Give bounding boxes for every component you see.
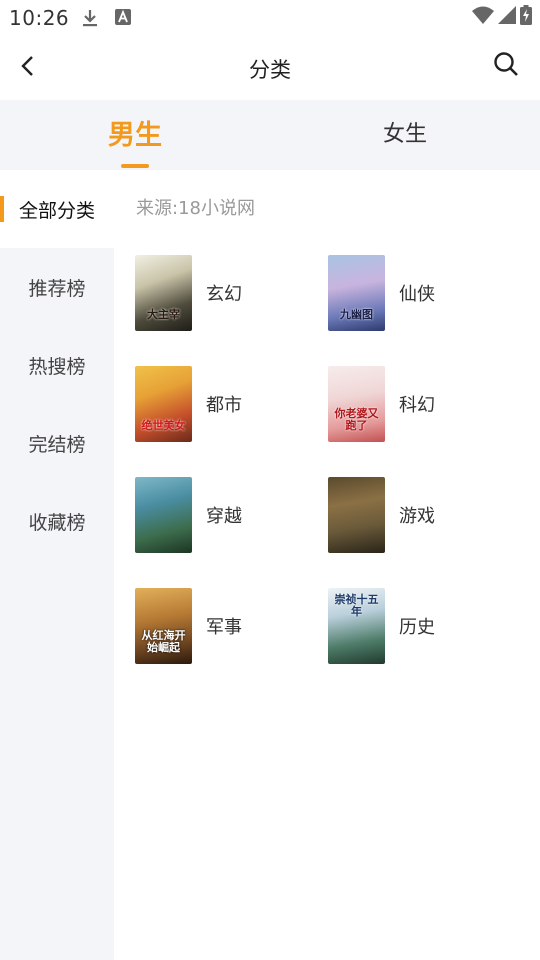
gender-tabs: 男生 女生 [0, 100, 540, 170]
category-item-xianxia[interactable]: 九幽图 仙侠 [328, 252, 518, 334]
category-item-xuanhuan[interactable]: 大主宰 玄幻 [135, 252, 325, 334]
tab-male-label: 男生 [108, 120, 162, 151]
category-label: 游戏 [399, 506, 435, 527]
book-cover-image [328, 477, 385, 553]
status-bar: 10:26 [0, 0, 540, 36]
category-label: 军事 [206, 617, 242, 638]
book-cover-image: 你老婆又跑了 [328, 366, 385, 442]
book-cover-image: 大主宰 [135, 255, 192, 331]
category-item-kehuan[interactable]: 你老婆又跑了 科幻 [328, 363, 518, 445]
status-time: 10:26 [9, 6, 70, 30]
category-item-chuanyue[interactable]: 穿越 [135, 474, 325, 556]
cover-title: 崇祯十五年 [334, 593, 379, 618]
sidebar-item-recommended[interactable]: 推荐榜 [0, 248, 114, 326]
category-label: 历史 [399, 617, 435, 638]
category-label: 穿越 [206, 506, 242, 527]
book-cover-image: 从红海开始崛起 [135, 588, 192, 664]
sidebar-item-trending[interactable]: 热搜榜 [0, 326, 114, 404]
signal-icon [498, 6, 516, 28]
sidebar-item-completed[interactable]: 完结榜 [0, 404, 114, 482]
cover-title: 你老婆又跑了 [334, 407, 379, 432]
category-label: 玄幻 [206, 284, 242, 305]
book-cover-image: 绝世美女 [135, 366, 192, 442]
download-icon [80, 8, 100, 32]
category-label: 都市 [206, 395, 242, 416]
tab-female-label: 女生 [382, 122, 427, 147]
sidebar-item-label: 全部分类 [18, 199, 95, 222]
category-item-dushi[interactable]: 绝世美女 都市 [135, 363, 325, 445]
book-cover-image: 九幽图 [328, 255, 385, 331]
battery-charging-icon [520, 5, 532, 29]
cover-title: 九幽图 [340, 308, 373, 321]
cover-title: 大主宰 [147, 308, 180, 321]
tab-female[interactable]: 女生 [270, 100, 540, 170]
sidebar-item-label: 收藏榜 [28, 511, 86, 534]
category-label: 仙侠 [399, 284, 435, 305]
active-tab-indicator [121, 164, 149, 168]
page-title: 分类 [249, 58, 291, 82]
category-item-junshi[interactable]: 从红海开始崛起 军事 [135, 585, 325, 667]
book-cover-image: 崇祯十五年 [328, 588, 385, 664]
source-label: 来源:18小说网 [136, 198, 255, 219]
category-label: 科幻 [399, 395, 435, 416]
tab-male[interactable]: 男生 [0, 100, 270, 170]
cover-title: 从红海开始崛起 [141, 629, 186, 654]
sidebar-item-label: 完结榜 [28, 433, 86, 456]
header-bar: 分类 [0, 36, 540, 100]
sidebar-item-favorites[interactable]: 收藏榜 [0, 482, 114, 560]
cover-title: 绝世美女 [141, 419, 186, 432]
sidebar-item-label: 推荐榜 [28, 277, 86, 300]
wifi-icon [472, 6, 494, 28]
font-a-icon [114, 8, 132, 30]
search-button[interactable] [490, 50, 522, 82]
category-item-lishi[interactable]: 崇祯十五年 历史 [328, 585, 518, 667]
search-icon [493, 51, 519, 81]
book-cover-image [135, 477, 192, 553]
category-sidebar: 全部分类 推荐榜 热搜榜 完结榜 收藏榜 [0, 170, 114, 960]
category-item-youxi[interactable]: 游戏 [328, 474, 518, 556]
sidebar-item-label: 热搜榜 [28, 355, 86, 378]
sidebar-item-all-categories[interactable]: 全部分类 [0, 170, 114, 248]
